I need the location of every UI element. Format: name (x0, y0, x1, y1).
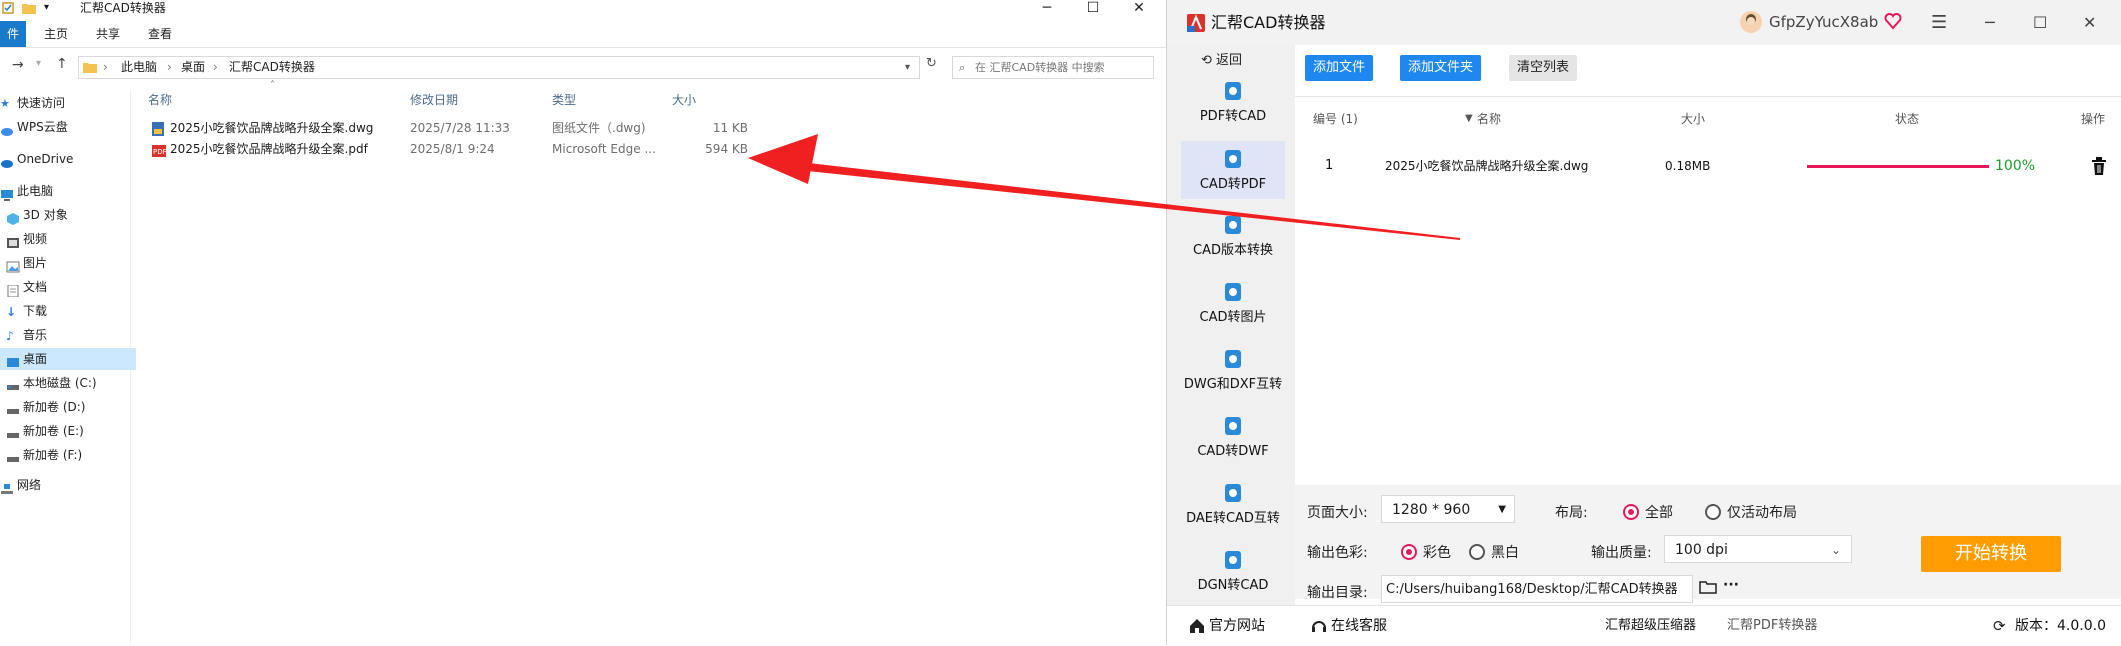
red-arrow-icon (748, 134, 1460, 240)
annotation-arrow-overlay (748, 134, 1460, 240)
